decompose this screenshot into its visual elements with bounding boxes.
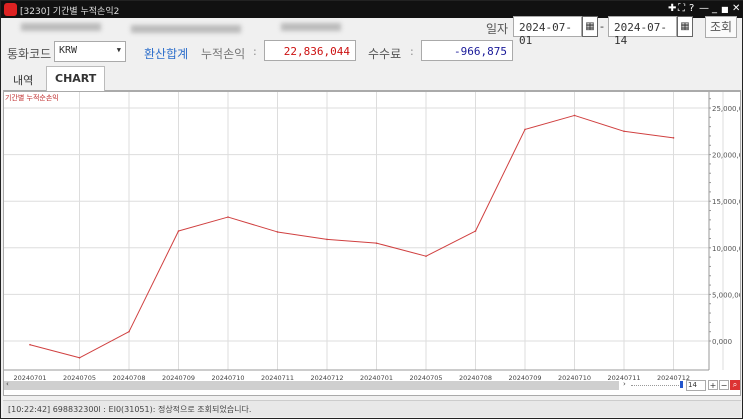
data-point	[227, 216, 229, 218]
zoom-in-icon[interactable]: +	[708, 380, 718, 390]
series-segment	[79, 331, 130, 359]
zoom-input[interactable]: 14	[686, 380, 706, 391]
colon: :	[253, 45, 257, 58]
query-button[interactable]: 조회	[705, 16, 737, 38]
series-segment	[277, 231, 328, 240]
series-segment	[326, 238, 377, 244]
data-point	[177, 230, 180, 232]
fee-value: -966,875	[421, 40, 513, 61]
series-segment	[623, 130, 674, 139]
cum-pl-value: 22,836,044	[264, 40, 356, 61]
data-point	[672, 137, 675, 139]
date-to-input[interactable]: 2024-07-14	[608, 16, 677, 47]
tab-chart[interactable]: CHART	[46, 66, 106, 92]
currency-select[interactable]: KRW ▼	[54, 41, 126, 62]
series-segment	[29, 344, 80, 359]
zoom-out-icon[interactable]: −	[719, 380, 729, 390]
cum-pl-label: 누적손익	[201, 47, 246, 61]
series-segment	[425, 230, 476, 257]
redacted-account	[21, 23, 101, 31]
series-segment	[574, 114, 625, 132]
series-segment	[178, 216, 229, 232]
scroll-left-icon[interactable]: ‹	[6, 380, 9, 388]
chart-title: 기간별 누적순손익	[5, 94, 59, 102]
converted-total-link[interactable]: 환산합계	[144, 45, 188, 62]
data-point	[128, 330, 130, 333]
y-tick-label: 10,000,000	[712, 245, 740, 253]
data-point	[29, 343, 31, 346]
scroll-right-icon[interactable]: ›	[623, 380, 626, 388]
date-label: 일자	[486, 22, 509, 36]
data-point	[524, 128, 526, 131]
redacted-name	[281, 23, 341, 31]
data-point	[78, 356, 81, 359]
maximize-icon[interactable]: ■	[721, 5, 729, 14]
window-title: [3230] 기간별 누적손익2	[20, 7, 120, 17]
date-from-input[interactable]: 2024-07-01	[513, 16, 582, 47]
colon: :	[410, 45, 414, 58]
minimize-icon[interactable]: _	[712, 3, 717, 14]
redacted-account	[131, 25, 241, 33]
data-point	[326, 238, 328, 241]
tab-details[interactable]: 내역	[4, 66, 42, 91]
y-tick-label: 5,000,000,	[712, 291, 740, 299]
zoom-slider-handle[interactable]	[680, 381, 683, 388]
line-chart: 0,000 5,000,000, 10,000,000 15,000,000 20,00…	[4, 88, 743, 382]
currency-value: KRW	[59, 45, 78, 56]
data-point	[573, 114, 576, 117]
calendar-icon[interactable]: ▦	[582, 16, 598, 37]
pin-icon[interactable]: ✚	[668, 3, 676, 14]
series-segment	[128, 230, 179, 332]
status-bar: [10:22:42] 698832300l : EI0(31051): 정상적으…	[3, 400, 741, 417]
series-segment	[524, 114, 575, 130]
date-separator: -	[600, 20, 604, 33]
y-tick-label: 0,000	[712, 338, 732, 346]
chart-area: 0,000 5,000,000, 10,000,000 15,000,000 20,00…	[3, 88, 743, 396]
zoom-slider[interactable]	[631, 385, 681, 386]
dash-icon[interactable]: —	[699, 3, 709, 14]
fit-icon[interactable]: ⛶	[678, 3, 685, 14]
chevron-down-icon: ▼	[116, 46, 121, 54]
data-point	[425, 255, 427, 257]
y-tick-label: 20,000,000	[712, 152, 740, 160]
data-point	[375, 242, 378, 244]
close-icon[interactable]: ✕	[732, 3, 740, 14]
fee-label: 수수료	[368, 47, 402, 61]
help-icon[interactable]: ?	[689, 3, 694, 14]
series-segment	[475, 129, 526, 232]
y-tick-label: 25,000,000	[712, 105, 740, 113]
data-point	[276, 231, 279, 233]
series-segment	[376, 242, 427, 257]
calendar-icon[interactable]: ▦	[677, 16, 693, 37]
series-segment	[227, 216, 278, 233]
app-logo-icon	[4, 3, 17, 16]
y-tick-label: 15,000,000	[712, 198, 740, 206]
data-point	[623, 130, 625, 133]
currency-label: 통화코드	[7, 47, 52, 61]
horizontal-scrollbar[interactable]	[4, 381, 619, 390]
data-point	[474, 230, 477, 232]
zoom-reset-icon[interactable]: ⌕	[730, 380, 740, 390]
